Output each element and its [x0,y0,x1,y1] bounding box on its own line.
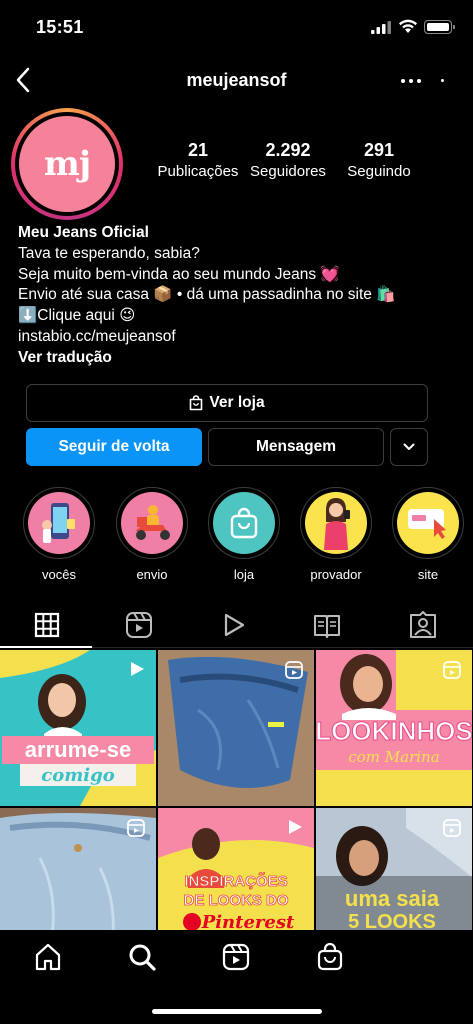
stat-followers-label: Seguidores [250,163,326,180]
home-indicator [152,1009,322,1014]
highlight-envio[interactable]: envio [116,487,188,582]
stat-following[interactable]: 291 Seguindo [338,140,420,180]
stat-followers[interactable]: 2.292 Seguidores [244,140,332,180]
highlight-loja[interactable]: loja [208,487,280,582]
post-caption-text: INSPIRAÇÕES [184,872,287,890]
post-caption-text: arrume-se [25,737,131,762]
avatar-text: mj [43,144,91,184]
profile-header: meujeansof [0,58,473,102]
delivery-scooter-icon [135,505,170,540]
view-shop-label: Ver loja [209,394,265,411]
post-thumbnail[interactable]: LOOKINHOS com Marina [316,650,472,806]
bio-line: ⬇️Clique aqui 😉 [18,307,136,325]
profile-bio: Meu Jeans Oficial Tava te esperando, sab… [18,223,458,369]
notification-dot [441,79,444,82]
post-caption-text: 5 LOOKS [348,911,436,930]
follow-back-label: Seguir de volta [58,438,170,455]
video-icon[interactable] [218,610,248,640]
status-time: 15:51 [36,17,84,37]
profile-display-name: Meu Jeans Oficial [18,224,149,241]
post-thumbnail[interactable] [158,650,314,806]
battery-icon [424,20,455,34]
reel-badge-icon [131,662,144,676]
home-icon[interactable] [33,942,63,972]
view-shop-button[interactable]: Ver loja [26,384,428,422]
suggestions-dropdown-button[interactable] [390,428,428,466]
post-caption-text: com Marina [348,748,439,766]
profile-content-tabs [0,600,473,648]
message-label: Mensagem [255,438,337,455]
reels-nav-icon[interactable] [221,942,251,972]
highlight-label: envio [136,567,168,582]
more-options-icon[interactable] [398,66,424,94]
avatar-logo: mj [19,116,115,212]
profile-avatar[interactable]: mj [11,108,123,220]
stat-posts-label: Publicações [157,163,239,180]
stat-posts[interactable]: 21 Publicações [150,140,246,180]
post-caption-text: comigo [41,765,114,786]
reels-icon[interactable] [124,610,154,640]
guides-icon[interactable] [312,610,342,640]
wifi-icon [399,19,417,33]
highlight-provador[interactable]: provador [300,487,372,582]
highlight-label: site [417,567,439,582]
post-thumbnail[interactable]: INSPIRAÇÕES DE LOOKS DO Pinterest [158,808,314,930]
profile-stats: 21 Publicações 2.292 Seguidores 291 Segu… [150,140,420,188]
phone-shopping-icon [42,503,75,543]
bio-line: Envio até sua casa 📦 • dá uma passadinha… [18,286,396,304]
shop-icon[interactable] [315,942,345,972]
post-caption-text: Pinterest [201,912,295,930]
stat-following-value: 291 [363,140,395,160]
chevron-down-icon [403,443,415,450]
stat-followers-value: 2.292 [265,140,311,160]
reel-badge-icon [285,661,303,679]
browser-cursor-icon [408,509,446,539]
shop-bag-icon [190,395,203,411]
cellular-signal-icon [371,21,391,34]
message-button[interactable]: Mensagem [208,428,384,466]
stat-posts-value: 21 [187,140,209,160]
reel-badge-icon [443,819,461,837]
see-translation-link[interactable]: Ver tradução [18,348,458,369]
post-caption-text: uma saia [345,886,440,911]
bio-link[interactable]: instabio.cc/meujeansof [18,327,458,348]
reel-badge-icon [127,819,145,837]
post-thumbnail[interactable]: arrume-se comigo [0,650,156,806]
bio-line: Seja muito bem-vinda ao seu mundo Jeans … [18,265,340,283]
post-thumbnail[interactable]: uma saia 5 LOOKS [316,808,472,930]
highlight-label: loja [233,567,255,582]
tagged-icon[interactable] [408,610,438,640]
stat-following-label: Seguindo [347,163,411,180]
bio-line: Tava te esperando, sabia? [18,244,200,262]
shopping-bag-icon [230,507,258,539]
highlight-label: provador [310,567,362,582]
search-icon[interactable] [127,942,157,972]
posts-grid: arrume-se comigo LOOKINHOS com Marina IN… [0,650,473,930]
post-thumbnail[interactable] [0,808,156,930]
highlight-site[interactable]: site [392,487,464,582]
highlight-voces[interactable]: vocês [23,487,95,582]
mirror-selfie-icon [324,498,350,550]
post-caption-text: DE LOOKS DO [183,892,288,909]
active-tab-indicator [0,646,92,648]
reel-badge-icon [443,661,461,679]
highlight-label: vocês [42,567,76,582]
post-caption-text: LOOKINHOS [316,716,472,746]
reel-badge-icon [289,820,302,834]
follow-back-button[interactable]: Seguir de volta [26,428,202,466]
status-bar: 15:51 [0,0,473,56]
grid-icon[interactable] [32,610,62,640]
